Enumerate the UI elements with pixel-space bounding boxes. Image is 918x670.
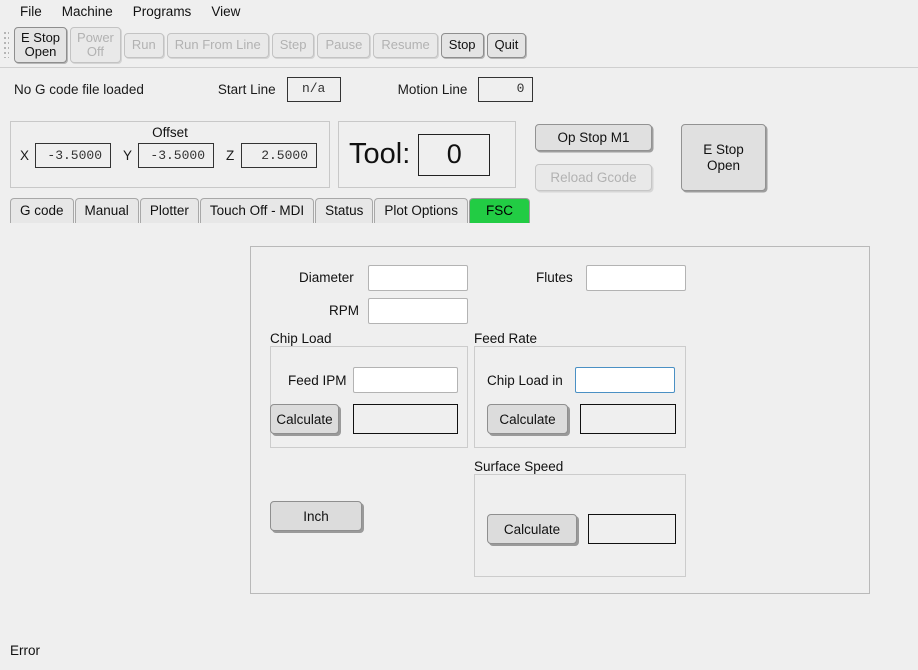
pause-button[interactable]: Pause: [317, 32, 371, 58]
reload-gcode-button[interactable]: Reload Gcode: [535, 164, 652, 191]
offset-y-value[interactable]: -3.5000: [137, 143, 214, 168]
flutes-input[interactable]: [586, 265, 686, 291]
menu-item-file[interactable]: File: [10, 2, 52, 21]
feed-rate-result: [580, 404, 676, 434]
offset-x-value[interactable]: -3.5000: [34, 143, 111, 168]
file-status-row: No G code file loaded Start Line n/a Mot…: [0, 68, 918, 110]
menu-item-machine[interactable]: Machine: [52, 2, 123, 21]
tab-gcode[interactable]: G code: [10, 198, 74, 223]
tool-panel: Tool: 0: [338, 121, 516, 188]
quit-button[interactable]: Quit: [486, 32, 527, 58]
offset-y-label: Y: [123, 148, 133, 163]
chip-load-in-input[interactable]: [575, 367, 675, 393]
offset-panel-title: Offset: [152, 125, 188, 140]
tab-manual[interactable]: Manual: [74, 198, 139, 223]
start-line-label: Start Line: [217, 81, 276, 97]
toolbar-drag-handle[interactable]: [1, 30, 12, 60]
estop-toolbar-button[interactable]: E Stop Open: [14, 27, 68, 63]
rpm-input[interactable]: [368, 298, 468, 324]
tab-bar: G code Manual Plotter Touch Off - MDI St…: [10, 198, 531, 223]
fsc-panel: Diameter Flutes RPM Chip Load Feed IPM C…: [250, 246, 870, 594]
stop-button[interactable]: Stop: [440, 32, 484, 58]
feed-rate-group-title: Feed Rate: [474, 331, 538, 346]
offset-z-label: Z: [226, 148, 235, 163]
step-button[interactable]: Step: [271, 32, 315, 58]
resume-button[interactable]: Resume: [373, 32, 438, 58]
diameter-label: Diameter: [299, 270, 354, 285]
surface-speed-result: [588, 514, 676, 544]
offset-panel: Offset X -3.5000 Y -3.5000 Z 2.5000: [10, 121, 330, 188]
application-window: File Machine Programs View E Stop Open P…: [0, 0, 918, 670]
main-toolbar: E Stop Open Power Off Run Run From Line …: [0, 23, 918, 68]
chip-load-group-title: Chip Load: [270, 331, 332, 346]
tool-label: Tool:: [349, 138, 411, 170]
diameter-input[interactable]: [368, 265, 468, 291]
surface-speed-calculate-button[interactable]: Calculate: [487, 514, 577, 544]
feed-ipm-input[interactable]: [353, 367, 458, 393]
status-bar: Error: [0, 630, 918, 670]
tab-status[interactable]: Status: [315, 198, 374, 223]
feed-ipm-label: Feed IPM: [288, 373, 347, 388]
units-toggle-button[interactable]: Inch: [270, 501, 362, 531]
chip-load-in-label: Chip Load in: [487, 373, 563, 388]
chip-load-result: [353, 404, 458, 434]
run-button[interactable]: Run: [123, 32, 164, 58]
error-label: Error: [10, 642, 40, 658]
power-off-button[interactable]: Power Off: [70, 27, 121, 63]
start-line-value: n/a: [286, 76, 341, 102]
tab-fsc[interactable]: FSC: [468, 198, 530, 223]
surface-speed-group-title: Surface Speed: [474, 459, 564, 474]
menu-bar: File Machine Programs View: [0, 0, 918, 23]
menu-item-programs[interactable]: Programs: [123, 2, 202, 21]
flutes-label: Flutes: [536, 270, 573, 285]
drag-dots-icon: [4, 32, 9, 58]
feed-rate-calculate-button[interactable]: Calculate: [487, 404, 568, 434]
tab-plot-options[interactable]: Plot Options: [374, 198, 468, 223]
tab-plotter[interactable]: Plotter: [139, 198, 199, 223]
offset-z-value[interactable]: 2.5000: [240, 143, 317, 168]
offset-x-label: X: [20, 148, 30, 163]
rpm-label: RPM: [329, 303, 359, 318]
menu-item-view[interactable]: View: [201, 2, 250, 21]
run-from-line-button[interactable]: Run From Line: [166, 32, 269, 58]
motion-line-label: Motion Line: [397, 81, 468, 97]
offset-values-row: X -3.5000 Y -3.5000 Z 2.5000: [11, 143, 329, 168]
tab-touch-off-mdi[interactable]: Touch Off - MDI: [199, 198, 315, 223]
tool-number-value[interactable]: 0: [418, 133, 491, 176]
chip-load-calculate-button[interactable]: Calculate: [270, 404, 339, 434]
gcode-file-status: No G code file loaded: [14, 81, 144, 97]
estop-open-button[interactable]: E Stop Open: [681, 124, 766, 191]
op-stop-m1-button[interactable]: Op Stop M1: [535, 124, 652, 151]
motion-line-value: 0: [478, 76, 534, 102]
